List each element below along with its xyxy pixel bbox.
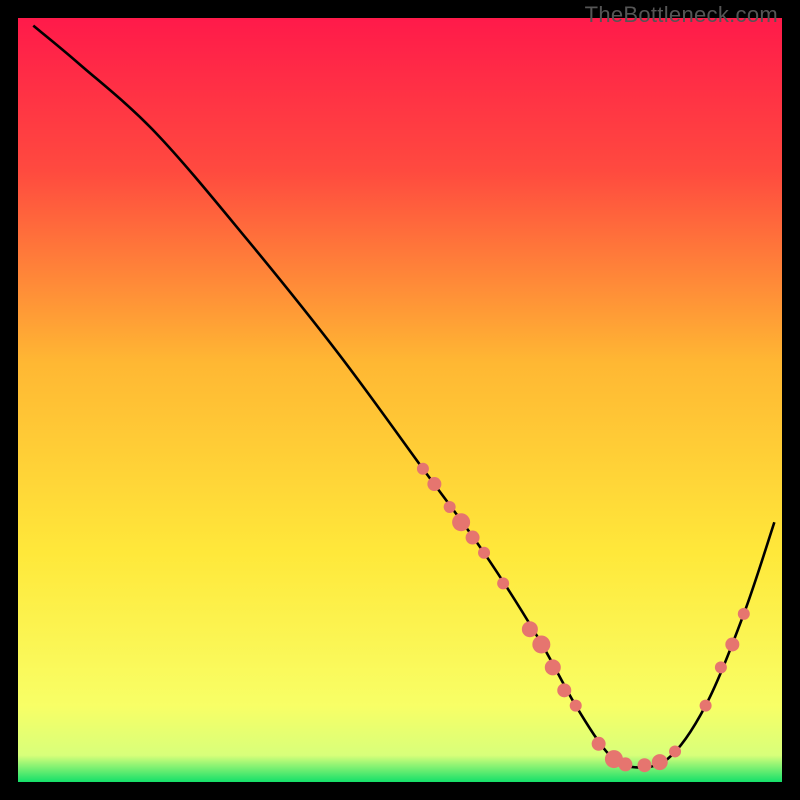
marker-dot [637,758,651,772]
marker-dot [452,513,470,531]
marker-dot [466,531,480,545]
marker-dot [522,621,538,637]
marker-dot [618,757,632,771]
marker-dot [444,501,456,513]
marker-dot [497,577,509,589]
marker-dot [545,659,561,675]
marker-dot [478,547,490,559]
chart-svg [18,18,782,782]
marker-dot [570,700,582,712]
marker-dot [652,754,668,770]
marker-dot [532,635,550,653]
watermark-text: TheBottleneck.com [585,2,778,28]
marker-dot [669,745,681,757]
marker-dot [417,463,429,475]
gradient-background [18,18,782,782]
marker-dot [592,737,606,751]
marker-dot [427,477,441,491]
marker-dot [738,608,750,620]
marker-dot [700,700,712,712]
marker-dot [557,683,571,697]
marker-dot [725,637,739,651]
chart-plot-area [18,18,782,782]
marker-dot [715,661,727,673]
